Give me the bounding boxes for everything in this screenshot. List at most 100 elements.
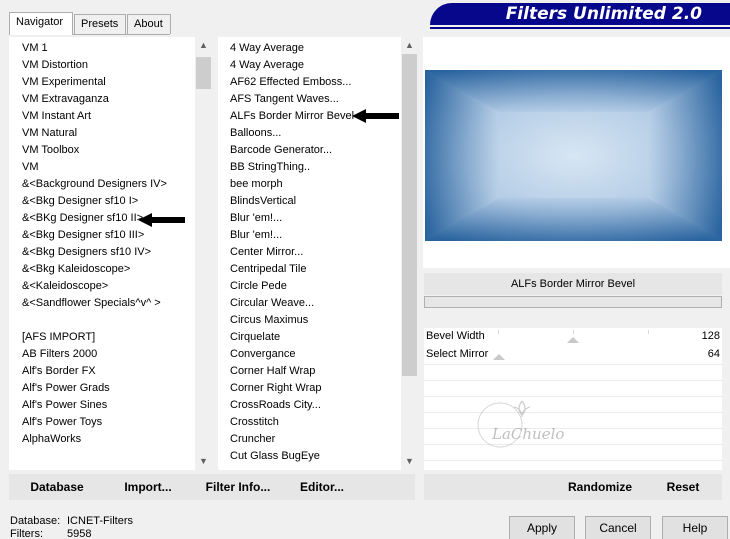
- param-row-select-mirror[interactable]: Select Mirror 64: [424, 346, 722, 364]
- list-item[interactable]: Cruncher: [218, 431, 401, 448]
- list-item[interactable]: &<Background Designers IV>: [9, 176, 195, 193]
- category-scrollbar[interactable]: ▲ ▼: [195, 37, 212, 470]
- banner-underline: [430, 27, 730, 29]
- status-db-value: ICNET-Filters: [67, 515, 133, 527]
- list-item[interactable]: BlindsVertical: [218, 193, 401, 210]
- list-item[interactable]: Barcode Generator...: [218, 142, 401, 159]
- slider-tick: [573, 330, 574, 334]
- empty-param-line: [424, 364, 722, 365]
- param-label: Select Mirror: [426, 348, 489, 360]
- app-title-banner: Filters Unlimited 2.0: [430, 3, 730, 25]
- list-item: [9, 312, 195, 329]
- preview-image: [425, 70, 722, 241]
- list-item[interactable]: Alf's Power Toys: [9, 414, 195, 431]
- reset-button[interactable]: Reset: [658, 474, 708, 500]
- scroll-thumb[interactable]: [402, 54, 417, 376]
- slider-thumb[interactable]: [567, 337, 579, 343]
- list-item[interactable]: Circus Maximus: [218, 312, 401, 329]
- list-item[interactable]: [AFS IMPORT]: [9, 329, 195, 346]
- list-item[interactable]: VM Experimental: [9, 74, 195, 91]
- list-item[interactable]: &<Bkg Designer sf10 III>: [9, 227, 195, 244]
- list-item[interactable]: bee morph: [218, 176, 401, 193]
- watermark-logo: LaChuelo: [477, 400, 564, 448]
- list-actions-bar: Database Import... Filter Info... Editor…: [9, 474, 415, 500]
- list-item[interactable]: Corner Right Wrap: [218, 380, 401, 397]
- database-button[interactable]: Database: [17, 474, 97, 500]
- list-item[interactable]: VM 1: [9, 40, 195, 57]
- list-item[interactable]: &<Bkg Designer sf10 I>: [9, 193, 195, 210]
- editor-button[interactable]: Editor...: [287, 474, 357, 500]
- list-item[interactable]: &<Bkg Designers sf10 IV>: [9, 244, 195, 261]
- status-database: Database: ICNET-Filters: [10, 515, 133, 527]
- list-item[interactable]: 4 Way Average: [218, 57, 401, 74]
- list-item[interactable]: VM: [9, 159, 195, 176]
- import-button[interactable]: Import...: [109, 474, 187, 500]
- pointer-arrow-icon: [138, 213, 185, 227]
- list-item[interactable]: AFS Tangent Waves...: [218, 91, 401, 108]
- list-item[interactable]: Convergance: [218, 346, 401, 363]
- list-item[interactable]: BB StringThing..: [218, 159, 401, 176]
- param-actions-bar: Randomize Reset: [424, 474, 722, 500]
- list-item[interactable]: Circular Weave...: [218, 295, 401, 312]
- apply-button[interactable]: Apply: [509, 516, 575, 539]
- empty-param-line: [424, 460, 722, 461]
- list-item[interactable]: CrossRoads City...: [218, 397, 401, 414]
- scroll-down-icon[interactable]: ▼: [401, 453, 418, 470]
- scroll-down-icon[interactable]: ▼: [195, 453, 212, 470]
- list-item[interactable]: Alf's Power Grads: [9, 380, 195, 397]
- randomize-button[interactable]: Randomize: [560, 474, 640, 500]
- list-item[interactable]: VM Natural: [9, 125, 195, 142]
- filter-info-button[interactable]: Filter Info...: [194, 474, 282, 500]
- svg-text:LaChuelo: LaChuelo: [491, 425, 564, 443]
- list-item[interactable]: Cut Glass BugEye: [218, 448, 401, 465]
- list-item[interactable]: Center Mirror...: [218, 244, 401, 261]
- category-items: VM 1 VM Distortion VM Experimental VM Extra…: [9, 40, 195, 448]
- list-item[interactable]: Centripedal Tile: [218, 261, 401, 278]
- tab-presets[interactable]: Presets: [74, 14, 126, 34]
- param-label: Bevel Width: [426, 330, 485, 342]
- filter-scrollbar[interactable]: ▲ ▼: [401, 37, 418, 470]
- tab-navigator[interactable]: Navigator: [9, 12, 73, 35]
- list-item[interactable]: Blur 'em!...: [218, 227, 401, 244]
- pointer-arrow-icon: [352, 109, 399, 123]
- list-item[interactable]: AF62 Effected Emboss...: [218, 74, 401, 91]
- list-item[interactable]: Crosstitch: [218, 414, 401, 431]
- list-item[interactable]: AlphaWorks: [9, 431, 195, 448]
- list-item[interactable]: VM Extravaganza: [9, 91, 195, 108]
- category-list[interactable]: VM 1 VM Distortion VM Experimental VM Extra…: [9, 37, 212, 470]
- list-item[interactable]: Balloons...: [218, 125, 401, 142]
- list-item[interactable]: VM Distortion: [9, 57, 195, 74]
- status-filters: Filters: 5958: [10, 528, 91, 539]
- list-item[interactable]: Blur 'em!...: [218, 210, 401, 227]
- filter-items: 4 Way Average 4 Way Average AF62 Effected …: [218, 40, 401, 465]
- list-item[interactable]: &<Sandflower Specials^v^ >: [9, 295, 195, 312]
- slider-thumb[interactable]: [492, 354, 505, 360]
- list-item[interactable]: &<Bkg Kaleidoscope>: [9, 261, 195, 278]
- slider-tick: [498, 330, 499, 334]
- list-item[interactable]: VM Toolbox: [9, 142, 195, 159]
- slider-tick: [648, 330, 649, 334]
- status-filters-value: 5958: [67, 528, 92, 539]
- list-item[interactable]: Alf's Border FX: [9, 363, 195, 380]
- help-button[interactable]: Help: [662, 516, 728, 539]
- selected-filter-name: ALFs Border Mirror Bevel: [424, 273, 722, 295]
- status-filters-label: Filters:: [10, 528, 43, 539]
- scroll-up-icon[interactable]: ▲: [401, 37, 418, 54]
- scroll-up-icon[interactable]: ▲: [195, 37, 212, 54]
- list-item[interactable]: Corner Half Wrap: [218, 363, 401, 380]
- param-value: 64: [707, 348, 720, 360]
- scroll-thumb[interactable]: [196, 57, 211, 89]
- list-item[interactable]: VM Instant Art: [9, 108, 195, 125]
- status-db-label: Database:: [10, 515, 61, 527]
- cancel-button[interactable]: Cancel: [585, 516, 651, 539]
- progress-bar: [424, 296, 722, 308]
- list-item[interactable]: AB Filters 2000: [9, 346, 195, 363]
- list-item[interactable]: Cirquelate: [218, 329, 401, 346]
- list-item[interactable]: 4 Way Average: [218, 40, 401, 57]
- list-item[interactable]: Alf's Power Sines: [9, 397, 195, 414]
- param-value: 128: [701, 330, 720, 342]
- filter-list[interactable]: 4 Way Average 4 Way Average AF62 Effected …: [218, 37, 418, 470]
- list-item[interactable]: Circle Pede: [218, 278, 401, 295]
- tab-about[interactable]: About: [127, 14, 171, 34]
- list-item[interactable]: &<Kaleidoscope>: [9, 278, 195, 295]
